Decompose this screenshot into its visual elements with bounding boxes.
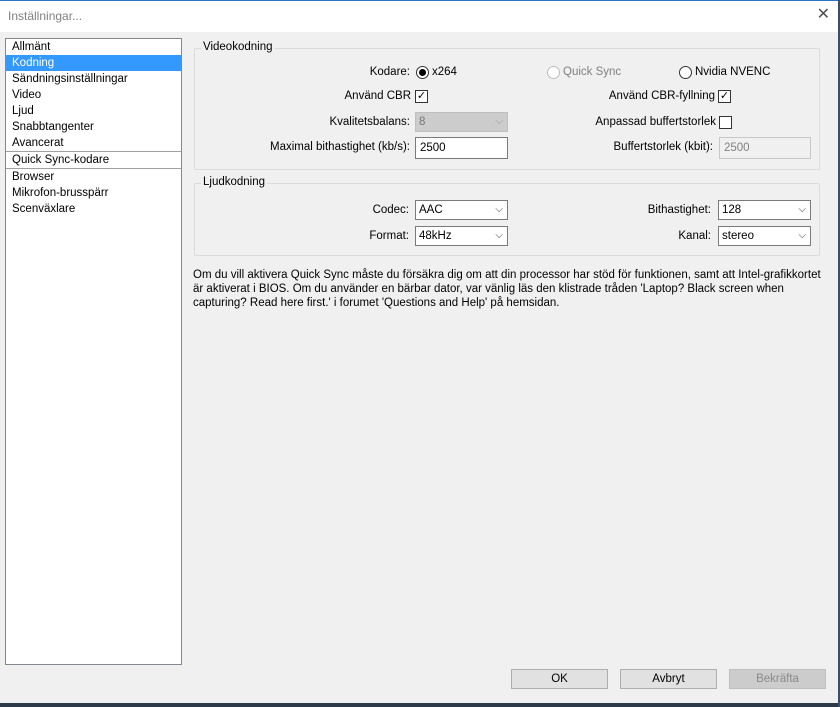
max-bitrate-label: Maximal bithastighet (kb/s):: [270, 141, 410, 153]
audio-encoding-title: Ljudkodning: [201, 176, 268, 188]
encoder-label: Kodare:: [369, 66, 410, 78]
cbr-padding-checkbox[interactable]: ✓: [718, 90, 731, 103]
encoder-nvenc-radio[interactable]: [679, 66, 692, 79]
ok-button[interactable]: OK: [511, 669, 608, 689]
custom-buffer-checkbox[interactable]: [719, 116, 732, 129]
encoder-nvenc-label[interactable]: Nvidia NVENC: [695, 66, 770, 78]
sidebar-item-hotkeys[interactable]: Snabbtangenter: [6, 119, 181, 135]
cbr-padding-label: Använd CBR-fyllning: [608, 90, 715, 102]
max-bitrate-input[interactable]: 2500: [415, 137, 508, 159]
video-encoding-title: Videokodning: [201, 41, 275, 53]
sidebar-item-audio[interactable]: Ljud: [6, 103, 181, 119]
title-bar: Inställningar... ✕: [0, 0, 840, 32]
encoder-x264-radio[interactable]: [416, 66, 429, 79]
encoder-x264-label[interactable]: x264: [432, 66, 457, 78]
sidebar-item-advanced[interactable]: Avancerat: [6, 135, 181, 152]
cancel-button[interactable]: Avbryt: [620, 669, 717, 689]
use-cbr-label: Använd CBR: [344, 90, 411, 102]
window-bottom-edge: [0, 703, 840, 707]
chevron-down-icon: ⌵: [798, 230, 806, 241]
codec-select[interactable]: AAC ⌵: [415, 200, 508, 220]
buffer-size-input: 2500: [719, 137, 811, 159]
audio-bitrate-select[interactable]: 128 ⌵: [718, 200, 811, 220]
chevron-down-icon: ⌵: [495, 230, 503, 241]
codec-label: Codec:: [372, 204, 409, 216]
chevron-down-icon: ⌵: [495, 116, 503, 127]
settings-category-list[interactable]: Allmänt Kodning Sändningsinställningar V…: [5, 38, 182, 665]
channel-value: stereo: [722, 230, 754, 242]
encoder-quick-sync-radio: [547, 66, 560, 79]
codec-value: AAC: [419, 204, 443, 216]
format-select[interactable]: 48kHz ⌵: [415, 226, 508, 246]
encoder-quick-sync-label: Quick Sync: [563, 66, 622, 78]
apply-button: Bekräfta: [729, 669, 826, 689]
quality-balance-value: 8: [419, 116, 426, 128]
close-icon[interactable]: ✕: [817, 6, 830, 24]
channel-label: Kanal:: [678, 230, 711, 242]
format-label: Format:: [369, 230, 409, 242]
sidebar-item-scene-switcher[interactable]: Scenväxlare: [6, 201, 181, 217]
sidebar-item-browser[interactable]: Browser: [6, 169, 181, 185]
chevron-down-icon: ⌵: [798, 204, 806, 215]
sidebar-item-quick-sync-encoder[interactable]: Quick Sync-kodare: [6, 152, 181, 169]
chevron-down-icon: ⌵: [495, 204, 503, 215]
use-cbr-checkbox[interactable]: ✓: [415, 90, 428, 103]
channel-select[interactable]: stereo ⌵: [718, 226, 811, 246]
sidebar-item-video[interactable]: Video: [6, 87, 181, 103]
format-value: 48kHz: [419, 230, 452, 242]
sidebar-item-general[interactable]: Allmänt: [6, 39, 181, 55]
buffer-size-label: Buffertstorlek (kbit):: [613, 141, 714, 153]
window-title: Inställningar...: [8, 9, 83, 23]
quality-balance-select: 8 ⌵: [415, 112, 508, 132]
quality-balance-label: Kvalitetsbalans:: [329, 116, 410, 128]
sidebar-item-encoding[interactable]: Kodning: [6, 55, 181, 71]
custom-buffer-label: Anpassad buffertstorlek: [595, 116, 716, 128]
quick-sync-info-text: Om du vill aktivera Quick Sync måste du …: [193, 269, 821, 309]
sidebar-item-broadcast-settings[interactable]: Sändningsinställningar: [6, 71, 181, 87]
audio-bitrate-value: 128: [722, 204, 742, 216]
sidebar-item-noise-gate[interactable]: Mikrofon-brusspärr: [6, 185, 181, 201]
audio-bitrate-label: Bithastighet:: [647, 204, 711, 216]
